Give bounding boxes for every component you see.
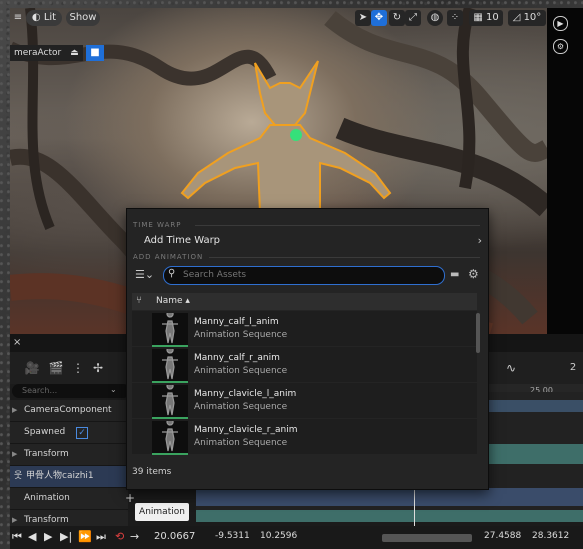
track-search-row: Search... ⌄ [10, 384, 130, 400]
lit-icon: ◐ [31, 12, 44, 23]
asset-list-scrollbar[interactable] [476, 313, 480, 353]
playhead[interactable] [414, 490, 415, 526]
view-range-end[interactable]: 10.2596 [260, 531, 297, 541]
glow-gem [290, 129, 302, 141]
divider [209, 257, 480, 258]
eject-icon[interactable]: ⏏ [70, 48, 79, 58]
curve-editor-icon[interactable]: ∿ [503, 360, 519, 376]
working-range-start[interactable]: 27.4588 [484, 531, 521, 541]
name-column-header[interactable]: Name ▴ [156, 296, 190, 306]
select-mode-icon[interactable]: ➤ [355, 10, 371, 26]
view-range-start[interactable]: -9.5311 [215, 531, 250, 541]
mannequin-icon [162, 421, 178, 452]
loop-icon[interactable]: ⟲ [115, 530, 124, 544]
track-actor[interactable]: 웃 甲骨人物caizhi1 [10, 466, 128, 488]
jump-end-icon[interactable]: ⏭ [96, 530, 106, 544]
step-back-icon[interactable]: ◀ [28, 530, 36, 544]
transform-tools-icon[interactable]: ✢ [90, 360, 106, 376]
timeline-scrollbar[interactable] [382, 534, 472, 542]
track-animation[interactable]: Animation + [10, 488, 135, 510]
mannequin-icon [162, 385, 178, 416]
angle-snap-button[interactable]: ◿ 10° [508, 10, 546, 26]
asset-list-header: ⑂ Name ▴ [132, 293, 477, 310]
asset-thumbnail [152, 385, 188, 419]
settings-icon[interactable]: ⚙ [553, 39, 568, 54]
chevron-right-icon: › [477, 234, 482, 247]
asset-row[interactable]: Manny_calf_l_anim Animation Sequence [132, 311, 477, 347]
add-animation-menu: TIME WARP Add Time Warp › ADD ANIMATION … [126, 208, 489, 490]
asset-row[interactable]: Manny_calf_r_anim Animation Sequence [132, 347, 477, 383]
scale-mode-icon[interactable]: ⤢ [405, 10, 421, 26]
camera-track-icon[interactable]: 🎥 [24, 360, 40, 376]
filter-icon[interactable]: ☰⌄ [135, 267, 157, 283]
actor-icon: 웃 [14, 471, 23, 481]
add-animation-button[interactable]: + [125, 488, 135, 509]
clapper-icon[interactable]: 🎬 [48, 360, 64, 376]
transport-bar: ⏮ ◀ ▶ ▶| ⏩ ⏭ ⟲ → 20.0667 -9.5311 10.2596… [10, 526, 583, 549]
time-warp-section-header: TIME WARP [133, 221, 182, 229]
world-space-icon[interactable]: ◍ [427, 10, 443, 26]
viewport-right-panel: ▶ ⚙ [547, 8, 583, 334]
mannequin-icon [162, 313, 178, 344]
animation-tooltip: Animation [135, 503, 189, 521]
right-toolbar-label: 2 [569, 362, 577, 373]
asset-search-input[interactable] [183, 268, 433, 282]
track-camera-component[interactable]: ▶ CameraComponent [10, 400, 128, 422]
working-range-end[interactable]: 28.3612 [532, 531, 569, 541]
jump-start-icon[interactable]: ⏮ [12, 530, 22, 544]
asset-thumbnail [152, 313, 188, 347]
expand-arrow-icon[interactable]: ▶ [12, 444, 17, 465]
rotate-mode-icon[interactable]: ↻ [389, 10, 405, 26]
lane-actor [196, 488, 583, 506]
translate-mode-icon[interactable]: ✥ [371, 10, 387, 26]
grid-icon: ▦ [473, 12, 486, 23]
close-tab-icon[interactable]: × [13, 337, 21, 348]
lane-transform-2 [196, 510, 583, 522]
add-time-warp-menu-item[interactable]: Add Time Warp › [127, 231, 488, 251]
step-forward-icon[interactable]: ▶| [60, 530, 72, 544]
track-spawned[interactable]: Spawned ✓ [10, 422, 128, 444]
angle-icon: ◿ [512, 12, 524, 23]
mannequin-icon [162, 349, 178, 380]
asset-thumbnail [152, 421, 188, 455]
next-key-icon[interactable]: ⏩ [78, 530, 92, 544]
camera-lock-button[interactable]: ■ [86, 45, 104, 61]
asset-row[interactable]: Manny_clavicle_l_anim Animation Sequence [132, 383, 477, 419]
surface-snap-icon[interactable]: ⁘ [447, 10, 463, 26]
items-count: 39 items [132, 467, 172, 477]
camera-actor-label: meraActor ⏏ [10, 45, 83, 61]
play-icon[interactable]: ▶ [44, 530, 52, 544]
hierarchy-icon[interactable]: ⑂ [136, 295, 142, 306]
folder-icon[interactable]: ▬ [450, 269, 459, 280]
show-button[interactable]: Show [66, 10, 100, 26]
track-transform[interactable]: ▶ Transform [10, 444, 128, 466]
camera-icon: ■ [90, 47, 100, 58]
expand-arrow-icon[interactable]: ▶ [12, 400, 17, 421]
search-icon: ⚲ [168, 268, 176, 279]
viewport-options-icon[interactable]: ≡ [10, 10, 26, 26]
playback-direction-icon[interactable]: → [130, 530, 139, 544]
current-frame-value[interactable]: 20.0667 [154, 531, 195, 542]
lit-mode-button[interactable]: ◐ Lit [26, 10, 62, 26]
grid-snap-button[interactable]: ▦ 10 [469, 10, 503, 26]
asset-search-field[interactable]: ⚲ [163, 266, 445, 285]
gear-icon[interactable]: ⚙ [468, 267, 479, 281]
more-options-icon[interactable]: ⋮ [70, 360, 86, 376]
asset-row[interactable]: Manny_clavicle_r_anim Animation Sequence [132, 419, 477, 455]
spawned-checkbox[interactable]: ✓ [76, 427, 88, 439]
asset-list: Manny_calf_l_anim Animation Sequence Man… [132, 311, 477, 458]
play-options-icon[interactable]: ▶ [553, 16, 568, 31]
add-animation-section-header: ADD ANIMATION [133, 253, 204, 261]
search-dropdown-icon[interactable]: ⌄ [110, 385, 117, 394]
asset-thumbnail [152, 349, 188, 383]
divider [195, 225, 480, 226]
